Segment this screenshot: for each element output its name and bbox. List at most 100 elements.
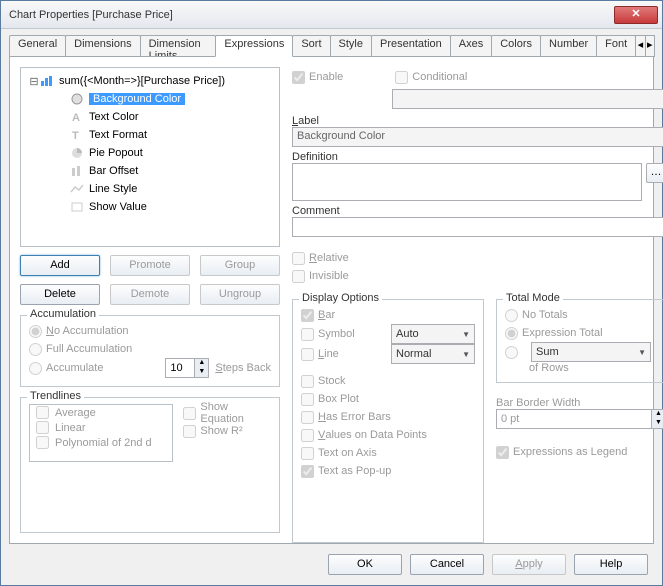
- bar-icon: [69, 164, 85, 178]
- spin-up-icon[interactable]: ▲: [651, 410, 663, 419]
- tab-scroll-right[interactable]: ▸: [645, 35, 655, 57]
- radio-sum[interactable]: [505, 343, 525, 361]
- close-button[interactable]: ✕: [614, 6, 658, 24]
- tree-item-linestyle[interactable]: Line Style: [25, 180, 275, 198]
- tree-item-baroffset[interactable]: Bar Offset: [25, 162, 275, 180]
- check-bar[interactable]: Bar: [301, 306, 475, 324]
- tree-root-label: sum({<Month=>}[Purchase Price]): [59, 75, 225, 87]
- comment-label: Comment: [292, 205, 663, 217]
- demote-button[interactable]: Demote: [110, 284, 190, 305]
- radio-accumulate[interactable]: Accumulate: [29, 359, 103, 377]
- list-item[interactable]: Average: [30, 405, 172, 420]
- check-text-as-popup[interactable]: Text as Pop-up: [301, 462, 475, 480]
- collapse-icon[interactable]: ⊟: [29, 75, 39, 88]
- conditional-input[interactable]: [392, 89, 663, 109]
- check-boxplot[interactable]: Box Plot: [301, 390, 475, 408]
- expression-tree[interactable]: ⊟ sum({<Month=>}[Purchase Price]) Backgr…: [20, 67, 280, 247]
- pie-icon: [69, 146, 85, 160]
- bar-border-label: Bar Border Width: [496, 397, 663, 409]
- text-format-icon: T: [69, 128, 85, 142]
- tab-presentation[interactable]: Presentation: [371, 35, 451, 57]
- tree-root-row[interactable]: ⊟ sum({<Month=>}[Purchase Price]): [25, 72, 275, 90]
- svg-text:A: A: [72, 112, 80, 123]
- cancel-button[interactable]: Cancel: [410, 554, 484, 575]
- tree-item-showvalue[interactable]: Show Value: [25, 198, 275, 216]
- tree-item-label: Line Style: [89, 183, 137, 195]
- tree-item-label: Bar Offset: [89, 165, 138, 177]
- definition-label: Definition: [292, 151, 663, 163]
- line-combo[interactable]: Normal▼: [391, 344, 475, 364]
- spin-down-icon[interactable]: ▼: [651, 419, 663, 428]
- check-stock[interactable]: Stock: [301, 372, 475, 390]
- check-values-datapoints[interactable]: Values on Data Points: [301, 426, 475, 444]
- definition-expand-button[interactable]: …: [646, 163, 663, 183]
- steps-spinner[interactable]: ▲▼: [165, 358, 209, 378]
- tree-item-textformat[interactable]: T Text Format: [25, 126, 275, 144]
- apply-button[interactable]: Apply: [492, 554, 566, 575]
- tree-item-piepopout[interactable]: Pie Popout: [25, 144, 275, 162]
- total-mode-group: Total Mode No Totals Expression Total Su…: [496, 299, 663, 383]
- titlebar: Chart Properties [Purchase Price] ✕: [1, 1, 662, 29]
- text-color-icon: A: [69, 110, 85, 124]
- spin-down-icon[interactable]: ▼: [194, 368, 208, 377]
- window-title: Chart Properties [Purchase Price]: [9, 9, 614, 21]
- tab-style[interactable]: Style: [330, 35, 372, 57]
- check-enable[interactable]: Enable: [292, 68, 343, 86]
- line-icon: [69, 182, 85, 196]
- tab-axes[interactable]: Axes: [450, 35, 492, 57]
- tab-number[interactable]: Number: [540, 35, 597, 57]
- ok-button[interactable]: OK: [328, 554, 402, 575]
- comment-input[interactable]: [292, 217, 663, 237]
- tab-sort[interactable]: Sort: [292, 35, 330, 57]
- tab-general[interactable]: General: [9, 35, 66, 57]
- add-button[interactable]: Add: [20, 255, 100, 276]
- check-expr-as-legend[interactable]: Expressions as Legend: [496, 443, 663, 461]
- bar-border-spinner[interactable]: ▲▼: [496, 409, 663, 429]
- radio-full-accumulation[interactable]: Full Accumulation: [29, 340, 271, 358]
- delete-button[interactable]: Delete: [20, 284, 100, 305]
- radio-no-accumulation[interactable]: No Accumulation: [29, 322, 271, 340]
- check-show-equation[interactable]: Show Equation: [183, 404, 271, 422]
- bar-border-input[interactable]: [497, 410, 651, 428]
- tab-expressions[interactable]: Expressions: [215, 35, 293, 57]
- check-invisible[interactable]: Invisible: [292, 267, 663, 285]
- check-symbol[interactable]: Symbol: [301, 325, 385, 343]
- sum-combo[interactable]: Sum▼: [531, 342, 651, 362]
- list-item[interactable]: Linear: [30, 420, 172, 435]
- tree-item-label: Text Color: [89, 111, 139, 123]
- symbol-combo[interactable]: Auto▼: [391, 324, 475, 344]
- radio-expression-total[interactable]: Expression Total: [505, 324, 657, 342]
- check-line[interactable]: Line: [301, 345, 385, 363]
- svg-text:T: T: [72, 130, 79, 141]
- tab-font[interactable]: Font: [596, 35, 636, 57]
- check-relative[interactable]: Relative: [292, 249, 663, 267]
- promote-button[interactable]: Promote: [110, 255, 190, 276]
- radio-no-totals[interactable]: No Totals: [505, 306, 657, 324]
- spin-up-icon[interactable]: ▲: [194, 359, 208, 368]
- check-has-error-bars[interactable]: Has Error Bars: [301, 408, 475, 426]
- steps-back-label: Steps Back: [215, 362, 271, 374]
- paint-icon: [69, 92, 85, 106]
- tree-item-textcolor[interactable]: A Text Color: [25, 108, 275, 126]
- value-icon: [69, 200, 85, 214]
- help-button[interactable]: Help: [574, 554, 648, 575]
- tree-item-label: Background Color: [89, 93, 185, 105]
- list-item[interactable]: Polynomial of 2nd d: [30, 435, 172, 450]
- display-options-group: Display Options Bar Symbol Auto▼ Line No…: [292, 299, 484, 543]
- chevron-down-icon: ▼: [638, 348, 646, 357]
- label-input[interactable]: Background Color: [292, 127, 663, 147]
- tab-dimension-limits[interactable]: Dimension Limits: [140, 35, 217, 57]
- trendlines-list[interactable]: Average Linear Polynomial of 2nd d: [29, 404, 173, 462]
- tab-colors[interactable]: Colors: [491, 35, 541, 57]
- chevron-down-icon: ▼: [462, 350, 470, 359]
- tab-dimensions[interactable]: Dimensions: [65, 35, 140, 57]
- group-button[interactable]: Group: [200, 255, 280, 276]
- check-text-on-axis[interactable]: Text on Axis: [301, 444, 475, 462]
- steps-input[interactable]: [166, 359, 194, 377]
- total-mode-legend: Total Mode: [503, 292, 563, 304]
- tree-item-label: Show Value: [89, 201, 147, 213]
- definition-input[interactable]: [292, 163, 642, 201]
- check-conditional[interactable]: Conditional: [395, 68, 467, 86]
- tree-item-bgcolor[interactable]: Background Color: [25, 90, 275, 108]
- ungroup-button[interactable]: Ungroup: [200, 284, 280, 305]
